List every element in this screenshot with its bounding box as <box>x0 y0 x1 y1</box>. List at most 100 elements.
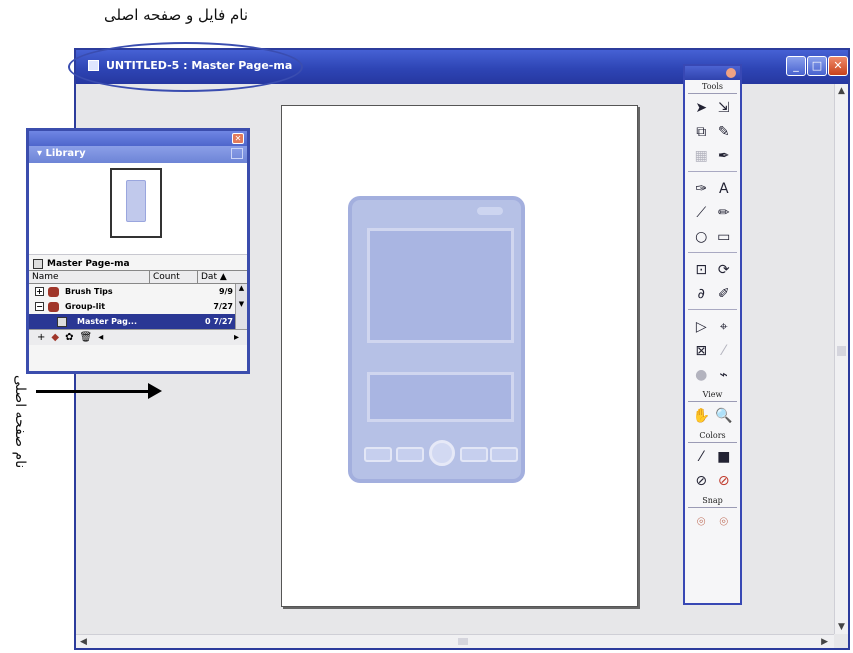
highlight-oval <box>68 42 303 92</box>
subselect-tool-icon[interactable]: ⇲ <box>715 97 734 118</box>
snap-to-grid-icon[interactable]: ⌾ <box>692 511 711 532</box>
pointer-tool-icon[interactable]: ➤ <box>692 97 711 118</box>
new-folder-icon[interactable]: + <box>37 332 45 343</box>
tools-section-label: Tools <box>688 82 737 94</box>
reshape-tool-icon[interactable]: ▷ <box>692 316 711 337</box>
properties-icon[interactable]: ✿ <box>65 332 73 343</box>
list-item-label: Brush Tips <box>65 287 113 296</box>
distort-tool-icon[interactable]: ⟳ <box>715 259 734 280</box>
stroke-color-icon[interactable]: ⁄ <box>692 446 711 467</box>
scale-tool-icon[interactable]: ⧉ <box>692 121 711 142</box>
phone-screen-top <box>367 228 514 343</box>
delete-icon[interactable]: 🗑 <box>79 332 92 343</box>
tools-panel: Tools ➤ ⇲ ⧉ ✎ ▦ ✒ ✑ A ⟋ ✏ ○ ▭ ⊡ ⟳ ∂ ✐ ▷ … <box>683 64 742 605</box>
maximize-button[interactable]: □ <box>807 56 827 76</box>
vertical-scroll-thumb[interactable] <box>837 346 846 356</box>
phone-key <box>490 447 518 462</box>
knife-tool-icon[interactable]: ⌁ <box>715 364 734 385</box>
scroll-left-icon[interactable]: ◂ <box>98 332 103 343</box>
phone-center-button <box>429 440 455 466</box>
eyedropper-tool-icon[interactable]: ✒ <box>715 145 734 166</box>
fill-tool-icon[interactable]: ● <box>692 364 711 385</box>
close-icon[interactable]: ✕ <box>232 133 244 144</box>
preview-thumbnail <box>110 168 162 238</box>
page-icon <box>57 316 67 327</box>
no-color-icon[interactable]: ⊘ <box>715 470 734 491</box>
folder-icon <box>48 286 59 297</box>
library-list: + Brush Tips 9/9 − Group-lit 7/27 Master… <box>29 284 247 329</box>
list-item-count: 9/9 <box>218 287 233 296</box>
tweak-tool-icon[interactable]: ⌖ <box>715 316 734 337</box>
list-item-count: 7/27 <box>213 302 233 311</box>
library-preview <box>29 163 247 255</box>
library-scrollbar[interactable]: ▲ ▼ <box>235 284 247 329</box>
hand-tool-icon[interactable]: ✋ <box>692 405 711 426</box>
freeform-tool-icon[interactable]: ∂ <box>692 283 711 304</box>
phone-speaker <box>477 207 503 215</box>
list-item[interactable]: + Brush Tips 9/9 <box>29 284 247 299</box>
rectangle-tool-icon[interactable]: ▭ <box>715 226 734 247</box>
lasso-tool-icon[interactable]: ✎ <box>715 121 734 142</box>
ellipse-tool-icon[interactable]: ○ <box>692 226 711 247</box>
phone-screen-bottom <box>367 372 514 422</box>
close-icon[interactable] <box>726 68 736 78</box>
column-count[interactable]: Count <box>150 271 198 283</box>
library-panel: ✕ ▾ Library Master Page-ma Name Count Da… <box>26 128 250 374</box>
library-header[interactable]: ▾ Library <box>29 146 247 163</box>
vertical-scrollbar[interactable]: ▲ ▼ <box>834 84 848 634</box>
library-columns: Name Count Dat ▲ <box>29 270 247 284</box>
selected-item-label: Master Page-ma <box>47 258 130 269</box>
library-titlebar[interactable]: ✕ <box>29 131 247 146</box>
list-item-selected[interactable]: Master Pag... 0 7/27 <box>29 314 247 329</box>
view-section-label: View <box>688 390 737 402</box>
folder-icon <box>48 301 59 312</box>
phone-key <box>460 447 488 462</box>
annotation-arrow <box>36 390 148 393</box>
column-name[interactable]: Name <box>29 271 150 283</box>
smudge-tool-icon[interactable]: ⁄ <box>715 340 734 361</box>
library-title: ▾ Library <box>37 148 86 159</box>
list-item-label: Master Pag... <box>77 317 137 326</box>
fill-color-icon[interactable]: ■ <box>715 446 734 467</box>
crop-tool-icon[interactable]: ▦ <box>692 145 711 166</box>
line-tool-icon[interactable]: ⟋ <box>692 202 711 223</box>
phone-key <box>364 447 392 462</box>
scroll-left-icon[interactable]: ◀ <box>80 637 87 647</box>
horizontal-scroll-thumb[interactable] <box>458 638 468 645</box>
pencil-tool-icon[interactable]: ✏ <box>715 202 734 223</box>
preview-phone-icon <box>126 180 146 222</box>
library-toolbar: + ◆ ✿ 🗑 ◂ ▸ <box>29 329 247 345</box>
tools-panel-titlebar[interactable] <box>685 66 740 80</box>
column-date[interactable]: Dat ▲ <box>198 271 247 283</box>
collapse-icon[interactable]: − <box>35 302 44 311</box>
zoom-tool-icon[interactable]: 🔍 <box>715 405 734 426</box>
expand-icon[interactable]: + <box>35 287 44 296</box>
minimize-button[interactable]: _ <box>786 56 806 76</box>
page-icon <box>33 258 43 269</box>
scroll-down-icon[interactable]: ▼ <box>838 622 845 632</box>
phone-key <box>396 447 424 462</box>
master-page-name-caption: نام صفحه اصلی <box>12 374 28 468</box>
free-transform-tool-icon[interactable]: ⊡ <box>692 259 711 280</box>
pen-tool-icon[interactable]: ✑ <box>692 178 711 199</box>
snap-to-guides-icon[interactable]: ⌾ <box>715 511 734 532</box>
list-item[interactable]: − Group-lit 7/27 <box>29 299 247 314</box>
selected-item-name: Master Page-ma <box>29 255 247 270</box>
snap-section-label: Snap <box>688 496 737 508</box>
scroll-right-icon[interactable]: ▶ <box>821 637 828 647</box>
scroll-up-icon[interactable]: ▲ <box>838 86 845 96</box>
symbol-icon[interactable]: ◆ <box>51 332 59 343</box>
list-item-count: 0 7/27 <box>205 317 233 326</box>
document-page[interactable] <box>281 105 638 607</box>
options-menu-icon[interactable] <box>231 148 243 159</box>
colors-section-label: Colors <box>688 431 737 443</box>
list-item-label: Group-lit <box>65 302 106 311</box>
brush-tool-icon[interactable]: ✐ <box>715 283 734 304</box>
close-button[interactable]: ✕ <box>828 56 848 76</box>
path-scrubber-tool-icon[interactable]: ⊠ <box>692 340 711 361</box>
horizontal-scrollbar[interactable]: ◀ ▶ <box>76 634 834 648</box>
scroll-right-icon[interactable]: ▸ <box>234 332 239 343</box>
text-tool-icon[interactable]: A <box>715 178 734 199</box>
phone-drawing[interactable] <box>348 196 525 483</box>
swap-colors-icon[interactable]: ⊘ <box>692 470 711 491</box>
